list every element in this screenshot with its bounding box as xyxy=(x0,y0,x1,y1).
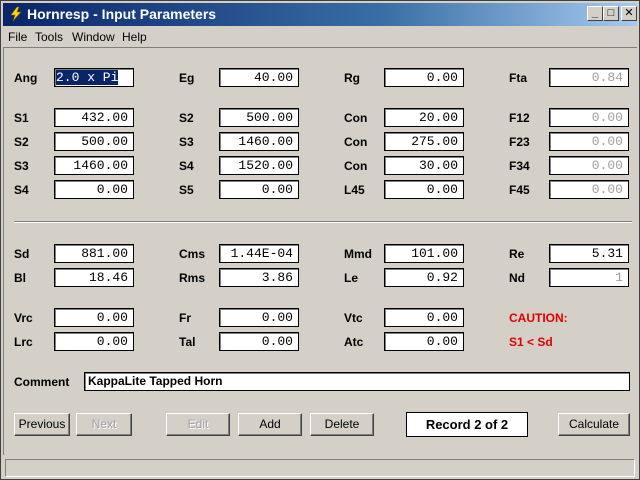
ang-field[interactable]: 2.0 x Pi xyxy=(54,68,134,87)
previous-button[interactable]: Previous xyxy=(14,413,70,436)
label-rg: Rg xyxy=(344,71,360,85)
label-con-2: Con xyxy=(344,135,368,149)
hornresp-window: Hornresp - Input Parameters _ □ ✕ File T… xyxy=(0,0,640,480)
label-lrc: Lrc xyxy=(14,335,33,349)
add-button[interactable]: Add xyxy=(238,413,302,436)
label-f12: F12 xyxy=(509,111,530,125)
s1-field[interactable]: 432.00 xyxy=(54,108,134,127)
con-field-2[interactable]: 275.00 xyxy=(384,132,464,151)
caution-message: S1 < Sd xyxy=(509,335,553,349)
mmd-field[interactable]: 101.00 xyxy=(384,244,464,263)
menu-window[interactable]: Window xyxy=(72,30,115,44)
s4-field-b[interactable]: 0.00 xyxy=(54,180,134,199)
s3-field-a[interactable]: 1460.00 xyxy=(219,132,299,151)
sd-field[interactable]: 881.00 xyxy=(54,244,134,263)
label-fr: Fr xyxy=(179,311,191,325)
s4-field-a[interactable]: 1520.00 xyxy=(219,156,299,175)
status-bar xyxy=(3,457,637,479)
label-eg: Eg xyxy=(179,71,195,85)
label-f23: F23 xyxy=(509,135,530,149)
label-s1: S1 xyxy=(14,111,29,125)
f23-field: 0.00 xyxy=(549,132,629,151)
s3-field-b[interactable]: 1460.00 xyxy=(54,156,134,175)
s2-field-b[interactable]: 500.00 xyxy=(54,132,134,151)
s5-field[interactable]: 0.00 xyxy=(219,180,299,199)
label-sd: Sd xyxy=(14,247,30,261)
label-f34: F34 xyxy=(509,159,530,173)
fr-field[interactable]: 0.00 xyxy=(219,308,299,327)
label-s3-b: S3 xyxy=(14,159,29,173)
lightning-bolt-icon xyxy=(10,6,22,22)
close-button[interactable]: ✕ xyxy=(621,6,637,21)
label-con-3: Con xyxy=(344,159,368,173)
ang-value: 2.0 x Pi xyxy=(56,70,119,85)
fta-field: 0.84 xyxy=(549,68,629,87)
vrc-field[interactable]: 0.00 xyxy=(54,308,134,327)
atc-field[interactable]: 0.00 xyxy=(384,332,464,351)
label-cms: Cms xyxy=(179,247,206,261)
delete-button[interactable]: Delete xyxy=(310,413,374,436)
con-field-1[interactable]: 20.00 xyxy=(384,108,464,127)
label-comment: Comment xyxy=(14,375,70,389)
label-con-1: Con xyxy=(344,111,368,125)
label-vrc: Vrc xyxy=(14,311,33,325)
label-vtc: Vtc xyxy=(344,311,363,325)
window-title: Hornresp - Input Parameters xyxy=(27,6,217,22)
minimize-button[interactable]: _ xyxy=(587,6,603,21)
label-f45: F45 xyxy=(509,183,530,197)
label-s4: S4 xyxy=(179,159,194,173)
input-parameters-panel: Ang 2.0 x Pi Eg 40.00 Rg 0.00 Fta 0.84 S… xyxy=(3,47,637,455)
eg-field[interactable]: 40.00 xyxy=(219,68,299,87)
rms-field[interactable]: 3.86 xyxy=(219,268,299,287)
label-s4-b: S4 xyxy=(14,183,29,197)
con-field-3[interactable]: 30.00 xyxy=(384,156,464,175)
tal-field[interactable]: 0.00 xyxy=(219,332,299,351)
s2-field-a[interactable]: 500.00 xyxy=(219,108,299,127)
f12-field: 0.00 xyxy=(549,108,629,127)
label-re: Re xyxy=(509,247,525,261)
label-s2: S2 xyxy=(179,111,194,125)
le-field[interactable]: 0.92 xyxy=(384,268,464,287)
label-bl: Bl xyxy=(14,271,26,285)
calculate-button[interactable]: Calculate xyxy=(558,413,630,436)
cms-field[interactable]: 1.44E-04 xyxy=(219,244,299,263)
vtc-field[interactable]: 0.00 xyxy=(384,308,464,327)
label-ang: Ang xyxy=(14,71,38,85)
label-rms: Rms xyxy=(179,271,206,285)
bl-field[interactable]: 18.46 xyxy=(54,268,134,287)
f45-field: 0.00 xyxy=(549,180,629,199)
nd-field: 1 xyxy=(549,268,629,287)
menu-tools[interactable]: Tools xyxy=(35,30,63,44)
lrc-field[interactable]: 0.00 xyxy=(54,332,134,351)
menu-file[interactable]: File xyxy=(8,30,27,44)
l45-field[interactable]: 0.00 xyxy=(384,180,464,199)
record-indicator: Record 2 of 2 xyxy=(406,412,528,437)
menu-help[interactable]: Help xyxy=(122,30,147,44)
menu-bar: File Tools Window Help xyxy=(3,27,637,47)
maximize-button[interactable]: □ xyxy=(603,6,619,21)
label-le: Le xyxy=(344,271,359,285)
label-s3: S3 xyxy=(179,135,194,149)
caution-title: CAUTION: xyxy=(509,311,568,325)
label-mmd: Mmd xyxy=(344,247,372,261)
re-field[interactable]: 5.31 xyxy=(549,244,629,263)
label-nd: Nd xyxy=(509,271,525,285)
label-s5: S5 xyxy=(179,183,194,197)
rg-field[interactable]: 0.00 xyxy=(384,68,464,87)
label-s2-b: S2 xyxy=(14,135,29,149)
label-tal: Tal xyxy=(179,335,196,349)
title-bar[interactable]: Hornresp - Input Parameters _ □ ✕ xyxy=(3,3,637,26)
label-fta: Fta xyxy=(509,71,527,85)
next-button[interactable]: Next xyxy=(76,413,132,436)
status-panel xyxy=(5,459,635,477)
label-l45: L45 xyxy=(344,183,365,197)
section-divider xyxy=(14,221,632,223)
edit-button[interactable]: Edit xyxy=(166,413,230,436)
f34-field: 0.00 xyxy=(549,156,629,175)
comment-field[interactable]: KappaLite Tapped Horn xyxy=(84,372,630,391)
label-atc: Atc xyxy=(344,335,364,349)
